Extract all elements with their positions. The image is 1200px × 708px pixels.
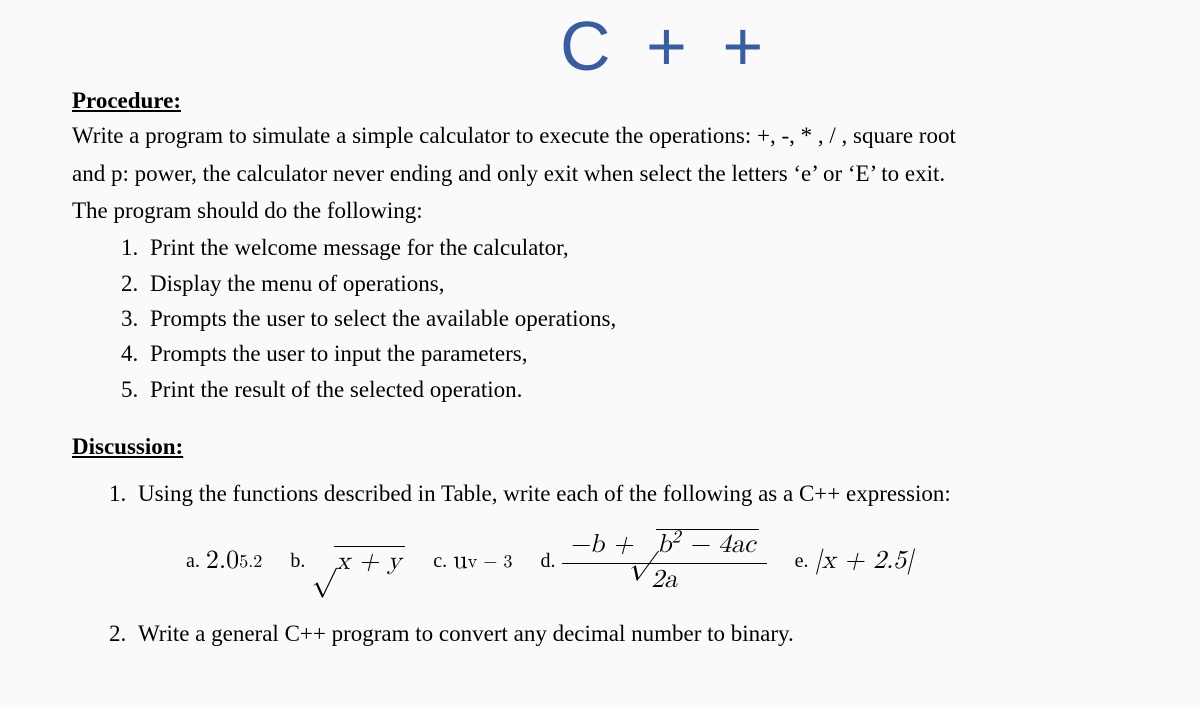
procedure-step: Prompts the user to input the parameters… — [144, 337, 1128, 370]
sqrt-icon: √ x + y — [311, 546, 405, 578]
procedure-heading: Procedure: — [72, 84, 1128, 117]
document-page: Procedure: Write a program to simulate a… — [0, 0, 1200, 694]
expression-c: c. uv − 3 — [433, 543, 512, 581]
expr-label-c: c. — [433, 547, 447, 576]
expressions-row: a. 2.05.2 b. √ x + y c. — [186, 529, 1128, 595]
discussion-list: Using the functions described in Table, … — [72, 477, 1128, 649]
expression-d: d. −b + √ b2 − 4ac — [541, 529, 767, 595]
procedure-intro-line-3: The program should do the following: — [72, 194, 1128, 227]
expr-label-b: b. — [290, 547, 305, 576]
discussion-item-2: Write a general C++ program to convert a… — [132, 617, 1128, 650]
expr-label-e: e. — [795, 547, 809, 576]
expr-c-base: u — [453, 543, 467, 581]
procedure-steps-list: Print the welcome message for the calcul… — [72, 231, 1128, 406]
expr-d-denominator: 2a — [651, 564, 677, 595]
procedure-step: Prompts the user to select the available… — [144, 302, 1128, 335]
expr-d-sq: 2 — [671, 527, 680, 546]
procedure-step: Display the menu of operations, — [144, 267, 1128, 300]
handwritten-title: C + + — [560, 6, 771, 86]
expr-e-body: |x + 2.5| — [815, 543, 914, 581]
discussion-heading: Discussion: — [72, 430, 1128, 463]
procedure-intro-line-2: and p: power, the calculator never endin… — [72, 157, 1128, 190]
expr-d-rest: − 4ac — [681, 532, 756, 558]
procedure-intro-line-1: Write a program to simulate a simple cal… — [72, 119, 1128, 152]
procedure-step: Print the result of the selected operati… — [144, 373, 1128, 406]
sqrt-icon: √ b2 − 4ac — [633, 529, 759, 561]
expression-e: e. |x + 2.5| — [795, 543, 914, 581]
expression-a: a. 2.05.2 — [186, 543, 262, 581]
expr-label-a: a. — [186, 547, 200, 576]
expr-a-base: 2.0 — [206, 543, 239, 581]
discussion-q1-text: Using the functions described in Table, … — [138, 481, 951, 506]
expr-d-b: b — [657, 532, 671, 558]
procedure-step: Print the welcome message for the calcul… — [144, 231, 1128, 264]
expression-b: b. √ x + y — [290, 546, 405, 578]
discussion-q2-text: Write a general C++ program to convert a… — [138, 621, 794, 646]
discussion-item-1: Using the functions described in Table, … — [132, 477, 1128, 594]
expr-label-d: d. — [541, 547, 556, 576]
expr-d-minus-b: −b + — [570, 531, 634, 560]
fraction: −b + √ b2 − 4ac 2a — [562, 529, 767, 595]
expr-b-radicand: x + y — [334, 546, 405, 578]
